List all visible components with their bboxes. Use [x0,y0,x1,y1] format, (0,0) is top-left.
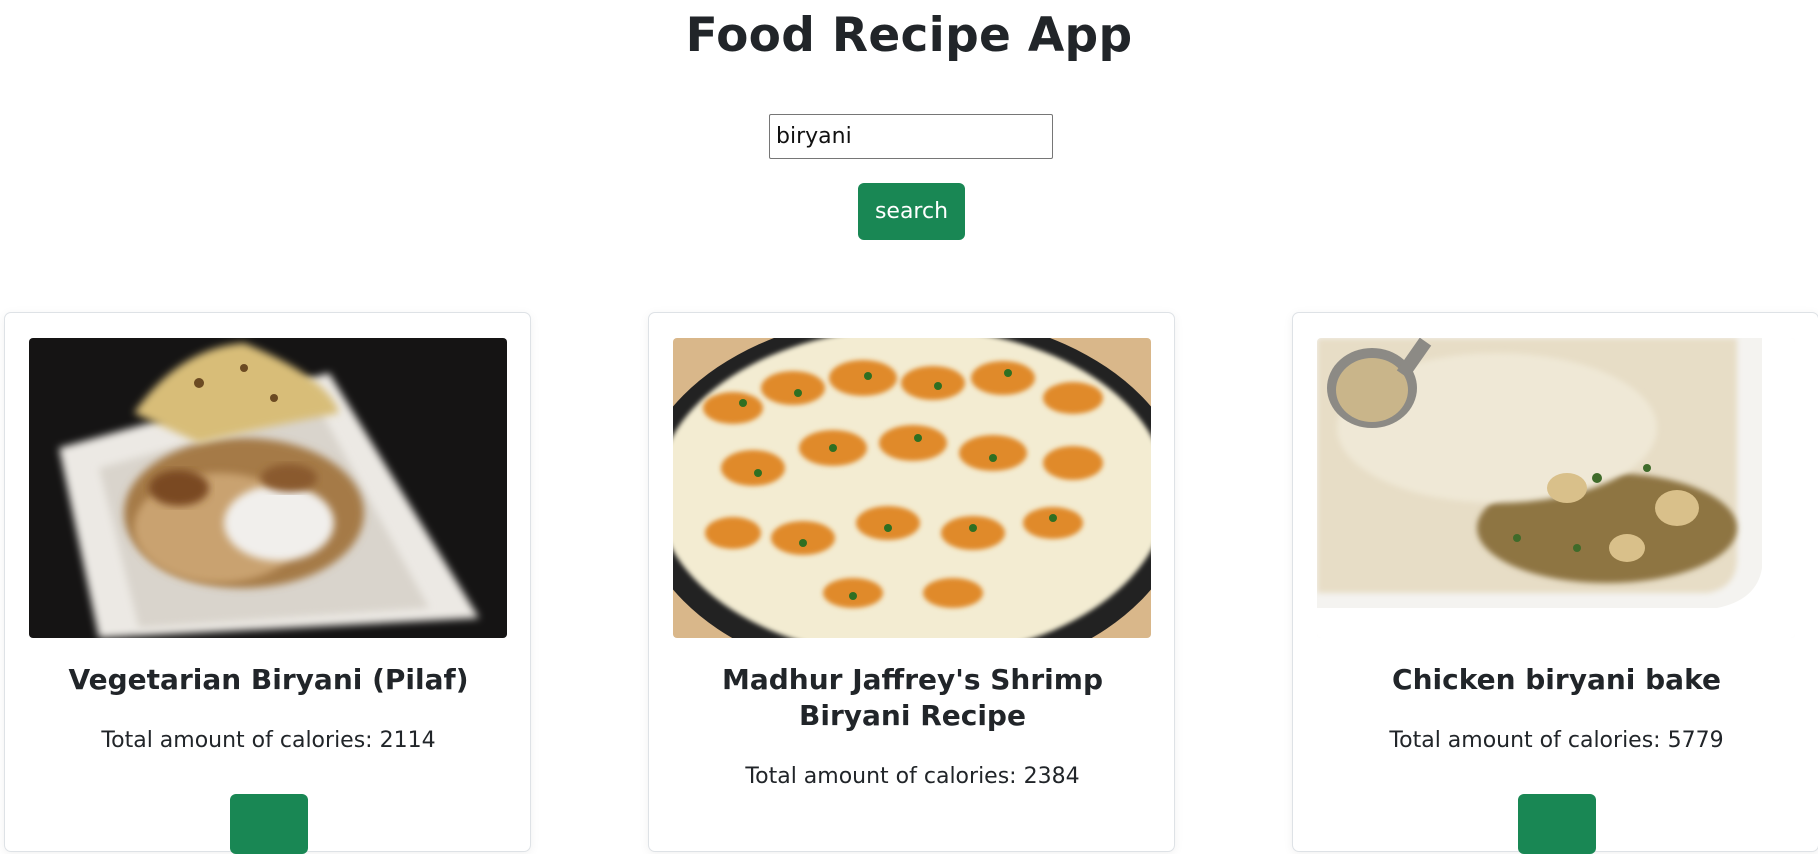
recipe-image [29,338,507,638]
recipe-calories: Total amount of calories: 2114 [101,728,436,753]
recipe-image [673,338,1151,638]
recipe-image [1317,338,1795,638]
recipe-title: Chicken biryani bake [1392,663,1721,696]
search-button[interactable]: search [858,183,965,240]
recipe-calories: Total amount of calories: 5779 [1389,728,1724,753]
recipe-card: Madhur Jaffrey's Shrimp Biryani Recipe T… [648,312,1175,852]
recipe-card: Chicken biryani bake Total amount of cal… [1292,312,1818,854]
search-input[interactable] [769,114,1053,159]
page-title: Food Recipe App [685,8,1133,63]
recipe-title: Madhur Jaffrey's Shrimp Biryani Recipe [722,663,1103,732]
recipe-title: Vegetarian Biryani (Pilaf) [68,663,469,696]
recipe-view-button[interactable] [1518,794,1596,854]
recipe-view-button[interactable] [230,794,308,854]
recipe-card: Vegetarian Biryani (Pilaf) Total amount … [4,312,531,854]
recipe-calories: Total amount of calories: 2384 [745,764,1080,789]
